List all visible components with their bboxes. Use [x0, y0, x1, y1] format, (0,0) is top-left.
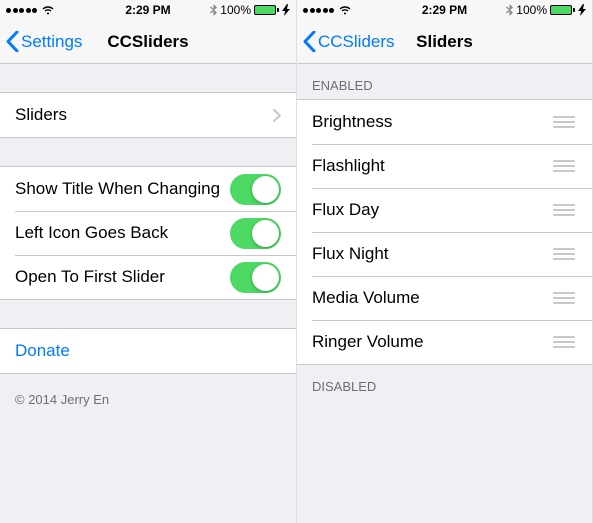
battery-percent: 100% [220, 3, 251, 17]
row-label: Show Title When Changing [15, 179, 230, 199]
section-header-enabled: ENABLED [297, 64, 592, 99]
back-label: CCSliders [318, 32, 395, 52]
back-button[interactable]: Settings [6, 31, 82, 52]
list-item[interactable]: Ringer Volume [297, 320, 592, 364]
row-sliders[interactable]: Sliders [0, 93, 296, 137]
row-label: Donate [15, 341, 281, 361]
list-item-label: Brightness [312, 112, 553, 132]
charging-icon [578, 4, 586, 16]
toggle-open-first[interactable] [230, 262, 281, 293]
signal-icon [6, 8, 37, 13]
status-bar: 2:29 PM 100% [0, 0, 296, 20]
bluetooth-icon [506, 4, 513, 16]
nav-bar: Settings CCSliders [0, 20, 296, 64]
screen-ccsliders: 2:29 PM 100% Settings CCSliders Sliders [0, 0, 297, 523]
reorder-handle-icon[interactable] [553, 336, 577, 348]
list-item-label: Ringer Volume [312, 332, 553, 352]
content: ENABLED Brightness Flashlight Flux Day Flux… [297, 64, 592, 523]
footer-copyright: © 2014 Jerry En [0, 374, 296, 425]
toggle-left-icon[interactable] [230, 218, 281, 249]
list-item-label: Flux Night [312, 244, 553, 264]
row-open-first: Open To First Slider [0, 255, 296, 299]
charging-icon [282, 4, 290, 16]
list-item[interactable]: Flux Night [297, 232, 592, 276]
chevron-left-icon [303, 31, 316, 52]
bluetooth-icon [210, 4, 217, 16]
wifi-icon [338, 5, 352, 15]
row-label: Sliders [15, 105, 273, 125]
list-item[interactable]: Flashlight [297, 144, 592, 188]
battery-icon [550, 5, 575, 15]
wifi-icon [41, 5, 55, 15]
row-show-title: Show Title When Changing [0, 167, 296, 211]
list-item-label: Flashlight [312, 156, 553, 176]
reorder-handle-icon[interactable] [553, 116, 577, 128]
list-item[interactable]: Media Volume [297, 276, 592, 320]
list-item-label: Media Volume [312, 288, 553, 308]
reorder-handle-icon[interactable] [553, 160, 577, 172]
chevron-right-icon [273, 109, 281, 122]
content: Sliders Show Title When Changing Left Ic… [0, 64, 296, 523]
back-label: Settings [21, 32, 82, 52]
back-button[interactable]: CCSliders [303, 31, 395, 52]
list-item-label: Flux Day [312, 200, 553, 220]
row-left-icon: Left Icon Goes Back [0, 211, 296, 255]
row-donate[interactable]: Donate [0, 329, 296, 373]
row-label: Open To First Slider [15, 267, 230, 287]
row-label: Left Icon Goes Back [15, 223, 230, 243]
list-item[interactable]: Brightness [297, 100, 592, 144]
enabled-list: Brightness Flashlight Flux Day Flux Night Me… [297, 99, 592, 365]
reorder-handle-icon[interactable] [553, 248, 577, 260]
status-bar: 2:29 PM 100% [297, 0, 592, 20]
screen-sliders: 2:29 PM 100% CCSliders Sliders ENABLED B… [297, 0, 593, 523]
toggle-show-title[interactable] [230, 174, 281, 205]
signal-icon [303, 8, 334, 13]
battery-percent: 100% [516, 3, 547, 17]
section-header-disabled: DISABLED [297, 365, 592, 400]
reorder-handle-icon[interactable] [553, 204, 577, 216]
chevron-left-icon [6, 31, 19, 52]
battery-icon [254, 5, 279, 15]
reorder-handle-icon[interactable] [553, 292, 577, 304]
list-item[interactable]: Flux Day [297, 188, 592, 232]
nav-bar: CCSliders Sliders [297, 20, 592, 64]
